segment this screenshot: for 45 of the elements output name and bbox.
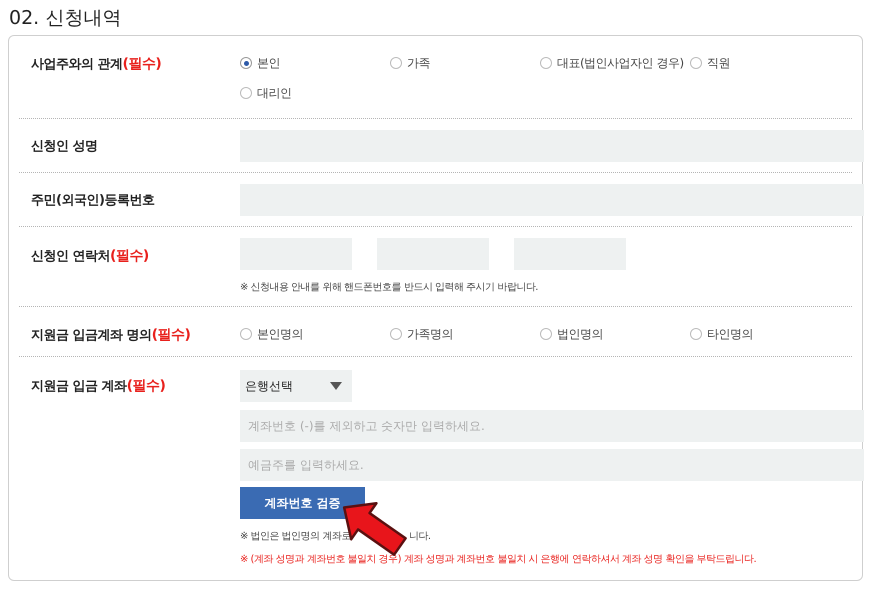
radio-button[interactable] [690,328,702,340]
input-field[interactable]: 예금주를 입력하세요. [240,449,864,481]
radio-option[interactable]: 타인명의 [690,326,840,342]
radio-button[interactable] [540,328,552,340]
option-label: 법인명의 [557,326,603,342]
option-label: 대표(법인사업자인 경우) [557,54,684,72]
option-label: 타인명의 [707,326,753,342]
option-label: 대리인 [257,84,292,102]
section-title: 02. 신청내역 [8,6,122,31]
radio-option[interactable]: 대표(법인사업자인 경우) [540,55,690,71]
help-text: 니다. [408,531,431,542]
field-label: 신청인 성명 [30,138,99,154]
field-label: 신청인 연락처(필수) [30,247,150,266]
field-label: 주민(외국인)등록번호 [30,192,156,208]
radio-option[interactable]: 직원 [690,55,840,71]
help-text: ※ 법인은 법인명의 계좌로 [240,531,351,542]
radio-button[interactable] [390,57,402,69]
radio-button[interactable] [690,57,702,69]
option-label: 가족명의 [407,326,453,342]
input-field[interactable] [240,184,864,216]
option-label: 가족 [407,54,430,72]
field-label: 지원금 입금계좌 명의(필수) [30,326,192,345]
radio-button[interactable] [390,328,402,340]
caret-icon [330,382,342,390]
radio-button[interactable] [240,328,252,340]
radio-option[interactable]: 가족명의 [390,326,540,342]
radio-option[interactable]: 본인명의 [240,326,390,342]
option-label: 본인명의 [257,326,303,342]
radio-button[interactable] [540,57,552,69]
help-text: ※ (계좌 성명과 계좌번호 불일치 경우) 계좌 성명과 계좌번호 불일치 시 은행에 연락하셔서 계좌 성명 확인을 부탁드립니다. [240,554,756,565]
option-label: 본인 [257,54,280,72]
bank-dropdown[interactable]: 은행선택 [240,370,352,402]
radio-button[interactable] [240,87,252,99]
radio-option[interactable]: 대리인 [240,85,390,101]
radio-option[interactable]: 가족 [390,55,540,71]
help-text: ※ 신청내용 안내를 위해 핸드폰번호를 반드시 입력해 주시기 바랍니다. [240,281,539,295]
radio-option[interactable]: 법인명의 [540,326,690,342]
radio-option[interactable]: 본인 [240,55,390,71]
input-field[interactable]: 계좌번호 (-)를 제외하고 숫자만 입력하세요. [240,410,864,442]
field-label: 사업주와의 관계(필수) [30,55,162,74]
verify-button[interactable]: 계좌번호 검증 [240,487,365,519]
radio-button[interactable] [240,57,252,69]
option-label: 직원 [707,54,730,72]
input-field[interactable] [240,130,864,162]
field-label: 지원금 입금 계좌(필수) [30,377,166,396]
